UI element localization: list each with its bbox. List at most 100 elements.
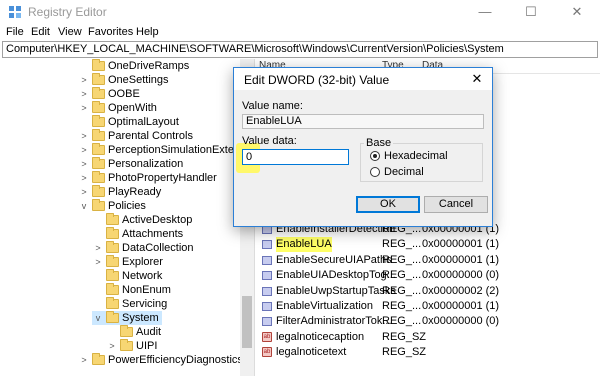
- dialog-title: Edit DWORD (32-bit) Value: [244, 73, 390, 87]
- value-data: 0x00000000 (0): [422, 269, 500, 282]
- hexadecimal-label[interactable]: Hexadecimal: [384, 150, 448, 162]
- menu-help[interactable]: Help: [136, 26, 159, 38]
- chevron-right-icon[interactable]: >: [80, 185, 88, 199]
- menu-edit[interactable]: Edit: [31, 26, 50, 38]
- tree-item[interactable]: NonEnum: [0, 283, 240, 297]
- tree-item[interactable]: Attachments: [0, 227, 240, 241]
- tree-item-label: Policies: [108, 200, 146, 212]
- tree-item[interactable]: OneDriveRamps: [0, 59, 240, 73]
- value-data: 0x00000001 (1): [422, 238, 500, 251]
- tree-item[interactable]: > PlayReady: [0, 185, 240, 199]
- folder-icon: [106, 297, 119, 309]
- value-data: 0x00000000 (0): [422, 315, 500, 328]
- tree-item-label: PhotoPropertyHandler: [108, 172, 217, 184]
- value-data-field[interactable]: 0: [242, 149, 349, 165]
- title-bar: Registry Editor — ☐ ✕: [0, 0, 600, 24]
- value-row[interactable]: ab legalnoticecaption REG_SZ: [256, 330, 600, 345]
- tree-item-label: ActiveDesktop: [122, 214, 193, 226]
- value-data: 0x00000002 (2): [422, 284, 500, 297]
- value-name: legalnoticecaption: [276, 330, 365, 343]
- value-row[interactable]: EnableLUA REG_... 0x00000001 (1): [256, 237, 600, 253]
- chevron-right-icon[interactable]: >: [80, 157, 88, 171]
- tree-item[interactable]: Audit: [0, 325, 240, 339]
- chevron-right-icon[interactable]: >: [80, 353, 88, 367]
- tree-item-label: System: [122, 312, 159, 324]
- tree-item[interactable]: > OOBE: [0, 87, 240, 101]
- value-row[interactable]: EnableUIADesktopTog... REG_... 0x00000000 …: [256, 268, 600, 283]
- folder-icon: [92, 143, 105, 155]
- folder-icon: [106, 241, 119, 253]
- tree-item[interactable]: Network: [0, 269, 240, 283]
- value-data: 0x00000001 (1): [422, 300, 500, 312]
- folder-icon: [120, 325, 133, 337]
- chevron-right-icon[interactable]: >: [108, 339, 116, 353]
- folder-icon: [92, 59, 105, 71]
- tree-item[interactable]: > DataCollection: [0, 241, 240, 255]
- tree-item[interactable]: > UIPI: [0, 339, 240, 353]
- tree-item[interactable]: > PerceptionSimulationExtension: [0, 143, 254, 157]
- tree-item[interactable]: v Policies: [0, 199, 240, 213]
- tree-item-label: Explorer: [122, 256, 163, 268]
- close-button[interactable]: ✕: [554, 0, 600, 24]
- tree-item[interactable]: > PhotoPropertyHandler: [0, 171, 240, 185]
- address-bar[interactable]: Computer\HKEY_LOCAL_MACHINE\SOFTWARE\Mic…: [2, 41, 598, 58]
- tree-item-label: NonEnum: [122, 284, 171, 296]
- tree-item-label: PowerEfficiencyDiagnostics: [108, 354, 243, 366]
- value-row[interactable]: EnableVirtualization REG_... 0x00000001 (1…: [256, 299, 600, 314]
- value-name: FilterAdministratorTok...: [276, 315, 392, 328]
- tree-item[interactable]: > Parental Controls: [0, 129, 240, 143]
- menu-view[interactable]: View: [58, 26, 82, 38]
- chevron-right-icon[interactable]: >: [80, 87, 88, 101]
- dword-value-icon: [262, 286, 272, 296]
- chevron-right-icon[interactable]: >: [80, 171, 88, 185]
- value-name: EnableVirtualization: [276, 300, 374, 312]
- tree-item[interactable]: ActiveDesktop: [0, 213, 240, 227]
- decimal-label[interactable]: Decimal: [384, 166, 424, 178]
- hexadecimal-radio[interactable]: [370, 151, 380, 161]
- dword-value-icon: [262, 302, 272, 311]
- tree-item-label: Servicing: [122, 298, 168, 310]
- folder-icon: [92, 129, 105, 141]
- value-type: REG_SZ: [382, 346, 427, 359]
- tree-scrollbar-thumb[interactable]: [242, 296, 252, 348]
- folder-icon: [92, 171, 105, 183]
- chevron-right-icon[interactable]: >: [80, 73, 88, 87]
- menu-favorites[interactable]: Favorites: [88, 26, 133, 38]
- chevron-down-icon[interactable]: v: [80, 199, 88, 213]
- maximize-button[interactable]: ☐: [508, 0, 554, 24]
- value-data-label: Value data:: [242, 135, 297, 147]
- minimize-button[interactable]: —: [462, 0, 508, 24]
- folder-icon: [92, 353, 105, 365]
- value-row[interactable]: FilterAdministratorTok... REG_... 0x000000…: [256, 314, 600, 329]
- tree-item[interactable]: > OpenWith: [0, 101, 240, 115]
- value-name-field: EnableLUA: [242, 114, 484, 129]
- dialog-close-button[interactable]: ✕: [462, 68, 492, 90]
- value-row[interactable]: EnableSecureUIAPaths REG_... 0x00000001 (1…: [256, 253, 600, 268]
- tree-item-label: Personalization: [108, 158, 184, 170]
- decimal-radio[interactable]: [370, 167, 380, 177]
- tree-item[interactable]: > Personalization: [0, 157, 240, 171]
- tree-item[interactable]: v System: [92, 311, 162, 325]
- chevron-right-icon[interactable]: >: [94, 255, 102, 269]
- value-row[interactable]: ab legalnoticetext REG_SZ: [256, 345, 600, 360]
- menu-file[interactable]: File: [6, 26, 24, 38]
- chevron-right-icon[interactable]: >: [80, 129, 88, 143]
- chevron-right-icon[interactable]: >: [80, 143, 88, 157]
- tree-item[interactable]: OptimalLayout: [0, 115, 240, 129]
- tree-item-label: Network: [122, 270, 163, 282]
- value-name: legalnoticetext: [276, 346, 347, 359]
- edit-dword-dialog: Edit DWORD (32-bit) Value ✕ Value name: …: [233, 67, 493, 227]
- string-value-icon: ab: [262, 331, 272, 342]
- chevron-right-icon[interactable]: >: [94, 241, 102, 255]
- tree-item-label: OneDriveRamps: [108, 60, 190, 72]
- chevron-right-icon[interactable]: >: [80, 101, 88, 115]
- tree-item[interactable]: > OneSettings: [0, 73, 240, 87]
- folder-icon: [106, 283, 119, 295]
- value-row[interactable]: EnableUwpStartupTasks REG_... 0x00000002 (…: [256, 284, 600, 299]
- tree-item[interactable]: > PowerEfficiencyDiagnostics: [0, 353, 243, 367]
- ok-button[interactable]: OK: [356, 196, 420, 213]
- tree-item[interactable]: Servicing: [0, 297, 240, 311]
- tree-item[interactable]: > Explorer: [0, 255, 240, 269]
- cancel-button[interactable]: Cancel: [424, 196, 488, 213]
- chevron-down-icon[interactable]: v: [94, 311, 102, 325]
